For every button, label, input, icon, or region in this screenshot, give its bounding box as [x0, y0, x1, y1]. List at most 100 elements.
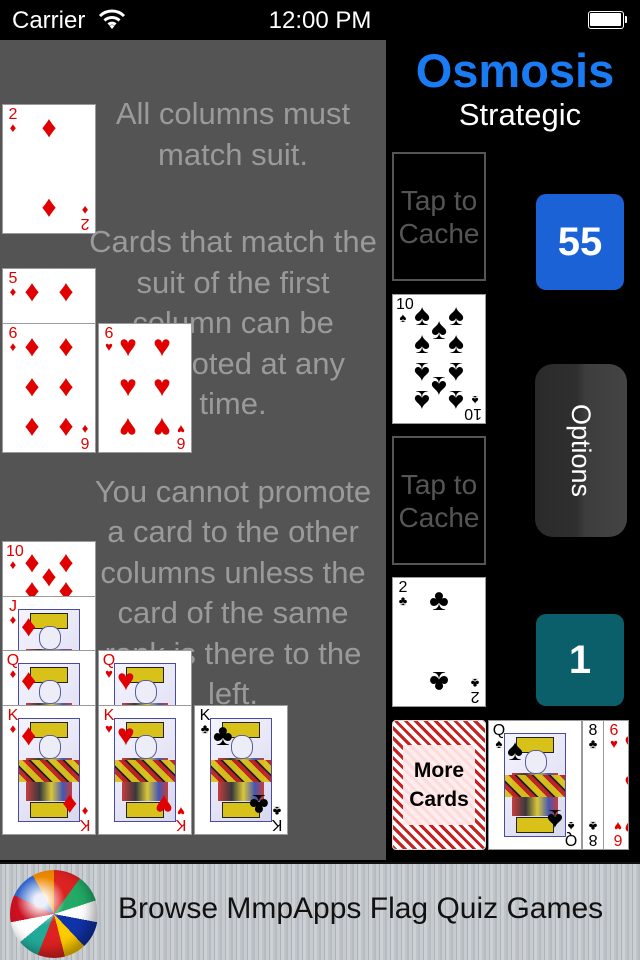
card-index: 10 ♠ [396, 297, 414, 325]
suit-pip-icon: ♦ [41, 192, 57, 225]
suit-pip-icon: ♦ [21, 719, 37, 752]
court-figure: ♠ ♠ [504, 733, 566, 837]
banner-text: Browse MmpApps Flag Quiz Games [118, 892, 604, 925]
battery-icon [588, 11, 628, 29]
more-cards-label-2: Cards [409, 788, 469, 811]
card-suit-icon: ♦ [9, 612, 17, 627]
card-index: 6 ♥ [102, 326, 116, 354]
status-bar: Carrier 12:00 PM [0, 0, 640, 40]
card-rank: K [175, 816, 187, 833]
playing-card[interactable]: ♦ ♦ ♦ ♦ ♦ ♦ 6 ♦ 6 ♦ [2, 323, 96, 453]
card-suit-icon: ♥ [177, 422, 185, 437]
playing-card[interactable]: ♦ ♦ 2 ♦ 2 ♦ [2, 104, 96, 234]
suit-pip-icon: ♣ [213, 719, 233, 752]
suit-pip-icon: ♦ [61, 788, 77, 821]
card-suit-icon: ♥ [105, 339, 113, 354]
card-index: Q♦ [6, 653, 20, 681]
playing-card[interactable]: ♥ ♥ K ♥ K ♥ [98, 705, 192, 835]
suit-pip-icon: ♦ [58, 411, 74, 444]
card-index: Q♥ [102, 653, 116, 681]
card-index: 6 ♦ [78, 422, 92, 451]
suit-pip-icon: ♦ [24, 370, 40, 403]
card-index: 2 ♣ [468, 676, 482, 705]
card-index: K ♣ [270, 804, 284, 833]
options-button[interactable]: Options [535, 364, 627, 537]
card-suit-icon: ♦ [9, 721, 17, 736]
playing-card[interactable]: ♠ ♠ ♠ ♠ ♠ ♠ ♠ ♠ ♠ ♠ 10 ♠ 10 ♠ [392, 294, 486, 424]
card-index: 6 ♦ [6, 326, 20, 354]
card-index: 2 ♦ [78, 203, 92, 232]
cache-slot-1[interactable]: Tap to Cache [392, 152, 486, 281]
suit-pip-icon: ♥ [155, 788, 173, 821]
card-rank: 8 [588, 831, 598, 848]
playing-card[interactable]: ♦ ♦ K ♦ K ♦ [2, 705, 96, 835]
playing-card[interactable]: ♥ ♥ ♥ ♥ ♥ ♥ 6 ♥ 6 ♥ [98, 323, 192, 453]
waste-card[interactable]: ♥♥♥♥♥♥6♥6♥ [603, 720, 629, 850]
card-suit-icon: ♦ [9, 666, 17, 681]
card-suit-icon: ♥ [610, 736, 618, 751]
suit-pip-icon: ♣ [249, 788, 269, 821]
court-figure: ♥♥ [114, 718, 176, 822]
suit-pip-icon: ♣ [429, 584, 449, 617]
cache-label-line2: Cache [398, 501, 480, 533]
flag-globe-icon [10, 870, 98, 958]
game-title: Osmosis [415, 44, 615, 97]
suit-pip-icon: ♦ [41, 111, 57, 144]
card-suit-icon: ♣ [588, 819, 598, 834]
suit-pip-icon: ♥ [153, 330, 171, 363]
card-index: 10 ♠ [464, 393, 482, 422]
playing-card[interactable]: ♣ ♣ 2 ♣ 2 ♣ [392, 577, 486, 707]
card-index: 5♦ [6, 271, 20, 299]
suit-pip-icon: ♦ [24, 411, 40, 444]
waste-card[interactable]: ♠ ♠ Q ♠ Q ♠ [488, 720, 582, 850]
card-index: 10♦ [6, 544, 24, 572]
score-badge: 55 [536, 194, 624, 290]
card-suit-icon: ♦ [9, 557, 17, 572]
more-cards-label-1: More [413, 759, 465, 782]
suit-pip-icon: ♦ [58, 330, 74, 363]
cache-slot-2[interactable]: Tap to Cache [392, 436, 486, 565]
card-suit-icon: ♦ [9, 284, 17, 299]
card-rank: Q [564, 831, 578, 848]
card-suit-icon: ♣ [470, 676, 480, 691]
card-suit-icon: ♥ [105, 666, 113, 681]
card-suit-icon: ♣ [588, 736, 598, 751]
card-suit-icon: ♣ [398, 593, 408, 608]
card-rank: 2 [80, 215, 90, 232]
card-rank: 6 [176, 434, 186, 451]
court-figure: ♦♦ [18, 718, 80, 822]
card-rank: K [271, 816, 283, 833]
suit-pip-icon: ♥ [119, 411, 137, 444]
suit-pip-icon: ♦ [24, 275, 40, 308]
suit-pip-icon: ♥ [119, 370, 137, 403]
suit-pip-icon: ♦ [58, 275, 74, 308]
suit-pip-icon: ♥ [618, 769, 628, 799]
suit-pip-icon: ♦ [24, 330, 40, 363]
card-index: 8 ♣ [586, 819, 600, 848]
card-index: 6 ♥ [607, 723, 621, 751]
playing-card[interactable]: ♣ ♣ K ♣ K ♣ [194, 705, 288, 835]
card-index: 2 ♣ [396, 580, 410, 608]
suit-pip-icon: ♥ [153, 370, 171, 403]
suit-pip-icon: ♦ [58, 370, 74, 403]
card-index: 2 ♦ [6, 107, 20, 135]
suit-pip-icon: ♣ [429, 665, 449, 698]
card-index: K ♦ [78, 804, 92, 833]
suit-pip-icon: ♠ [448, 327, 464, 360]
card-rank: K [79, 816, 91, 833]
ad-banner[interactable]: Browse MmpApps Flag Quiz Games [0, 862, 640, 960]
suit-pip-icon: ♦ [21, 664, 37, 697]
waste-card[interactable]: ♣♣♣♣♣♣♣♣8♣8♣ [582, 720, 604, 850]
card-rank: 6 [613, 831, 623, 848]
suit-pip-icon: ♥ [117, 719, 135, 752]
card-suit-icon: ♥ [105, 721, 113, 736]
more-cards-button[interactable]: More Cards [392, 720, 486, 850]
clock: 12:00 PM [268, 7, 372, 34]
card-suit-icon: ♦ [9, 120, 17, 135]
card-index: 8 ♣ [586, 723, 600, 751]
suit-pip-icon: ♥ [153, 411, 171, 444]
card-rank: 2 [470, 688, 480, 705]
instruction-1: All columns must match suit. [115, 96, 351, 172]
suit-pip-icon: ♠ [414, 327, 430, 360]
cache-label-line1: Tap to [400, 468, 478, 500]
